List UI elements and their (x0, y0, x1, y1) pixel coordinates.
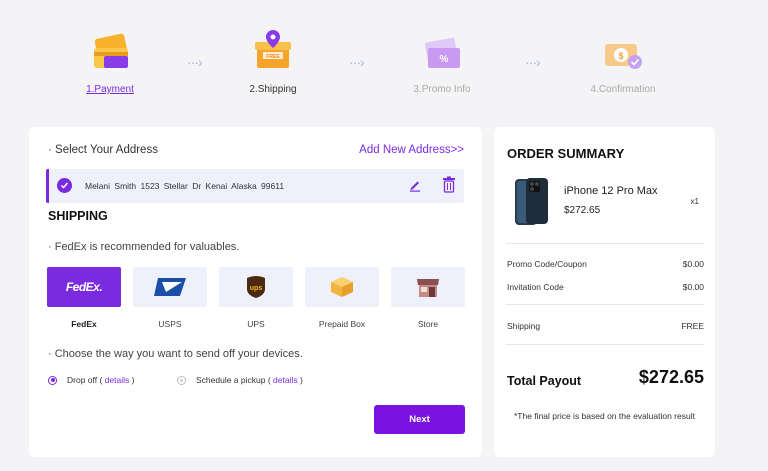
fedex-logo-icon: FedEx. (65, 280, 103, 294)
radio-selected-icon[interactable] (48, 375, 57, 385)
step-shipping[interactable]: FREE 2.Shipping (213, 28, 333, 95)
iphone-product-image (514, 177, 550, 227)
credit-card-icon (80, 28, 140, 80)
send-method-prompt: · Choose the way you want to send off yo… (48, 348, 303, 360)
svg-text:ups: ups (250, 285, 263, 292)
add-address-link[interactable]: Add New Address>> (359, 144, 464, 156)
carrier-name: UPS (247, 319, 265, 329)
option-drop-off[interactable]: Drop off ( details ) (48, 375, 134, 385)
arrow-icon: ···› (349, 54, 365, 70)
carrier-fedex[interactable]: FedEx. (47, 267, 121, 307)
ups-shield-icon: ups (219, 267, 293, 307)
final-price-note: *The final price is based on the evaluat… (514, 411, 695, 421)
shipping-title: SHIPPING (48, 209, 108, 223)
promo-code-row: Promo Code/Coupon $0.00 (507, 259, 704, 269)
drop-off-details-link[interactable]: details (105, 375, 130, 385)
shipping-box-icon: FREE (243, 28, 303, 80)
step-promo-info[interactable]: % 3.Promo Info (382, 28, 502, 95)
order-summary-title: ORDER SUMMARY (507, 146, 625, 161)
invitation-code-row: Invitation Code $0.00 (507, 282, 704, 292)
carrier-name: FedEx (71, 319, 97, 329)
check-icon[interactable] (57, 178, 72, 193)
product-name: iPhone 12 Pro Max (564, 185, 658, 197)
carrier-usps[interactable] (133, 267, 207, 307)
trash-icon[interactable] (442, 176, 456, 198)
carrier-ups[interactable]: ups (219, 267, 293, 307)
row-label: Promo Code/Coupon (507, 259, 587, 269)
option-schedule-pickup[interactable]: Schedule a pickup ( details ) (177, 375, 303, 385)
address-row[interactable]: Melani Smith 1523 Stellar Dr Kenai Alask… (46, 169, 464, 203)
divider (506, 243, 704, 244)
step-label: 4.Confirmation (590, 84, 656, 95)
edit-icon[interactable] (408, 178, 422, 197)
step-label: 2.Shipping (249, 84, 297, 95)
radio-unselected-icon[interactable] (177, 375, 186, 385)
pickup-details-link[interactable]: details (273, 375, 298, 385)
usps-eagle-icon (133, 267, 207, 307)
shipping-card: · Select Your Address Add New Address>> … (29, 127, 482, 457)
carrier-store[interactable] (391, 267, 465, 307)
divider (506, 304, 704, 305)
product-price: $272.65 (564, 205, 601, 216)
option-label: Schedule a pickup (196, 375, 266, 385)
shipping-cost-row: Shipping FREE (507, 321, 704, 331)
row-label: Invitation Code (507, 282, 564, 292)
checkout-steps: 1.Payment ···› FREE 2.Shipping ···› % 3.… (0, 0, 768, 110)
row-label: Shipping (507, 321, 541, 331)
carrier-name: USPS (158, 319, 182, 329)
step-label[interactable]: 1.Payment (50, 84, 170, 95)
arrow-icon: ···› (525, 54, 541, 70)
divider (506, 344, 704, 345)
carrier-name: Store (417, 319, 439, 329)
package-box-icon (305, 267, 379, 307)
address-text: Melani Smith 1523 Stellar Dr Kenai Alask… (85, 181, 285, 191)
row-value: $0.00 (682, 259, 704, 269)
fedex-recommendation: · FedEx is recommended for valuables. (48, 241, 240, 253)
total-payout-value: $272.65 (638, 367, 704, 387)
step-payment[interactable]: 1.Payment (50, 28, 170, 95)
money-check-icon: $ (593, 28, 653, 80)
carrier-name: Prepaid Box (318, 319, 366, 329)
order-summary-card: ORDER SUMMARY iPhone 12 Pro Max $272.65 … (494, 127, 715, 457)
svg-text:%: % (440, 54, 449, 65)
step-confirmation[interactable]: $ 4.Confirmation (563, 28, 683, 95)
coupon-icon: % (412, 28, 472, 80)
carrier-prepaid-box[interactable] (305, 267, 379, 307)
row-value: FREE (681, 321, 704, 331)
store-icon (391, 267, 465, 307)
svg-text:$: $ (618, 51, 623, 61)
total-payout-label: Total Payout (507, 374, 582, 388)
arrow-icon: ···› (187, 54, 203, 70)
row-value: $0.00 (682, 282, 704, 292)
option-label: Drop off (67, 375, 98, 385)
select-address-label: · Select Your Address (48, 144, 158, 156)
product-quantity: x1 (690, 197, 699, 206)
svg-text:FREE: FREE (266, 54, 280, 60)
step-label: 3.Promo Info (413, 84, 471, 95)
next-button[interactable]: Next (374, 405, 465, 434)
